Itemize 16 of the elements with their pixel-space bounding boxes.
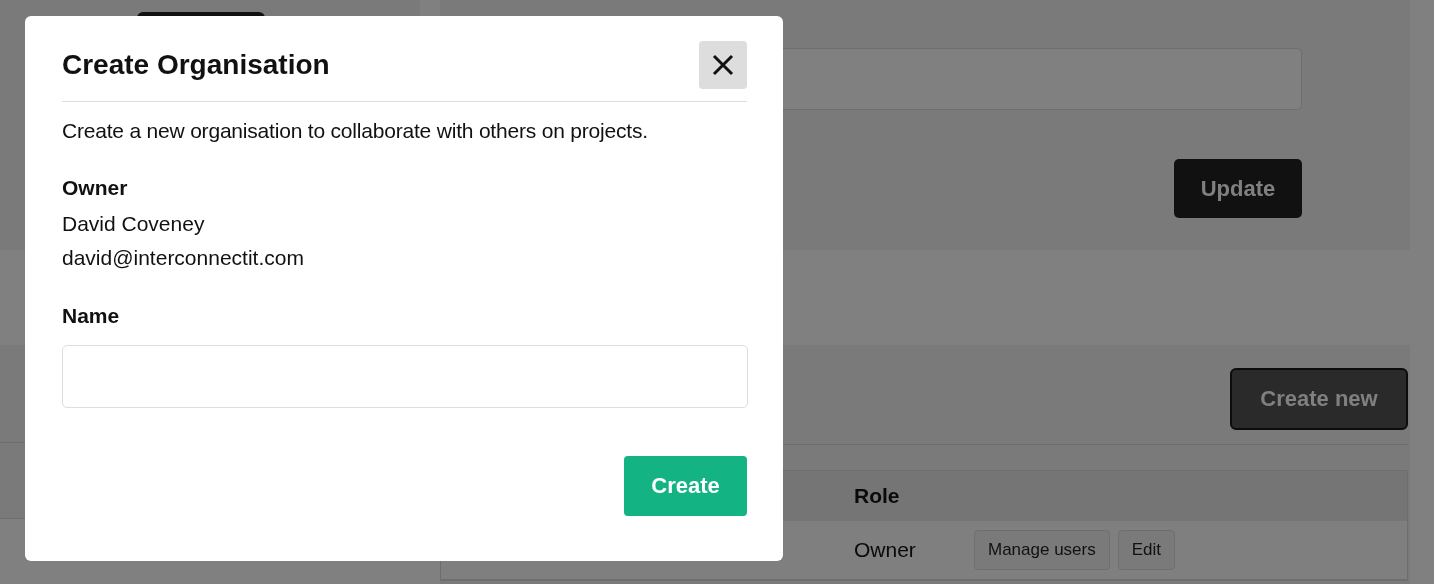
owner-name: David Coveney bbox=[62, 212, 206, 236]
dialog-description: Create a new organisation to collaborate with others on projects. bbox=[62, 119, 649, 143]
close-button[interactable] bbox=[699, 41, 747, 89]
table-cell-text: Owner bbox=[854, 538, 917, 562]
update-button[interactable]: Update bbox=[1174, 159, 1302, 218]
close-icon bbox=[712, 54, 734, 76]
column-header: Role bbox=[854, 484, 900, 508]
create-new-button[interactable]: Create new bbox=[1230, 368, 1408, 430]
dialog-title: Create Organisation bbox=[62, 49, 330, 81]
field-label: Owner bbox=[62, 176, 129, 200]
name-field[interactable] bbox=[62, 345, 748, 408]
action-button[interactable]: Manage users bbox=[974, 530, 1110, 570]
field-label: Name bbox=[62, 304, 121, 328]
create-button[interactable]: Create bbox=[624, 456, 747, 516]
action-button[interactable]: Edit bbox=[1117, 530, 1176, 570]
owner-email: david@interconnectit.com bbox=[62, 246, 305, 270]
